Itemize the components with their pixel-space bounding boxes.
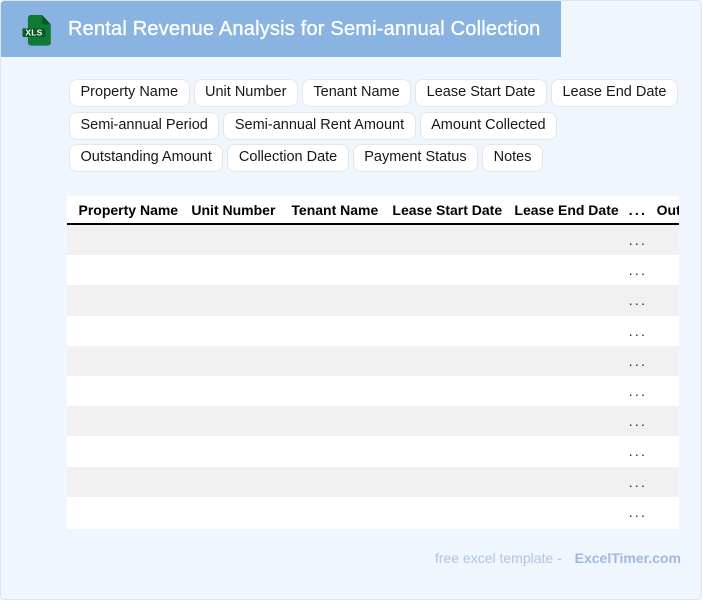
svg-text:XLS: XLS bbox=[25, 27, 42, 37]
